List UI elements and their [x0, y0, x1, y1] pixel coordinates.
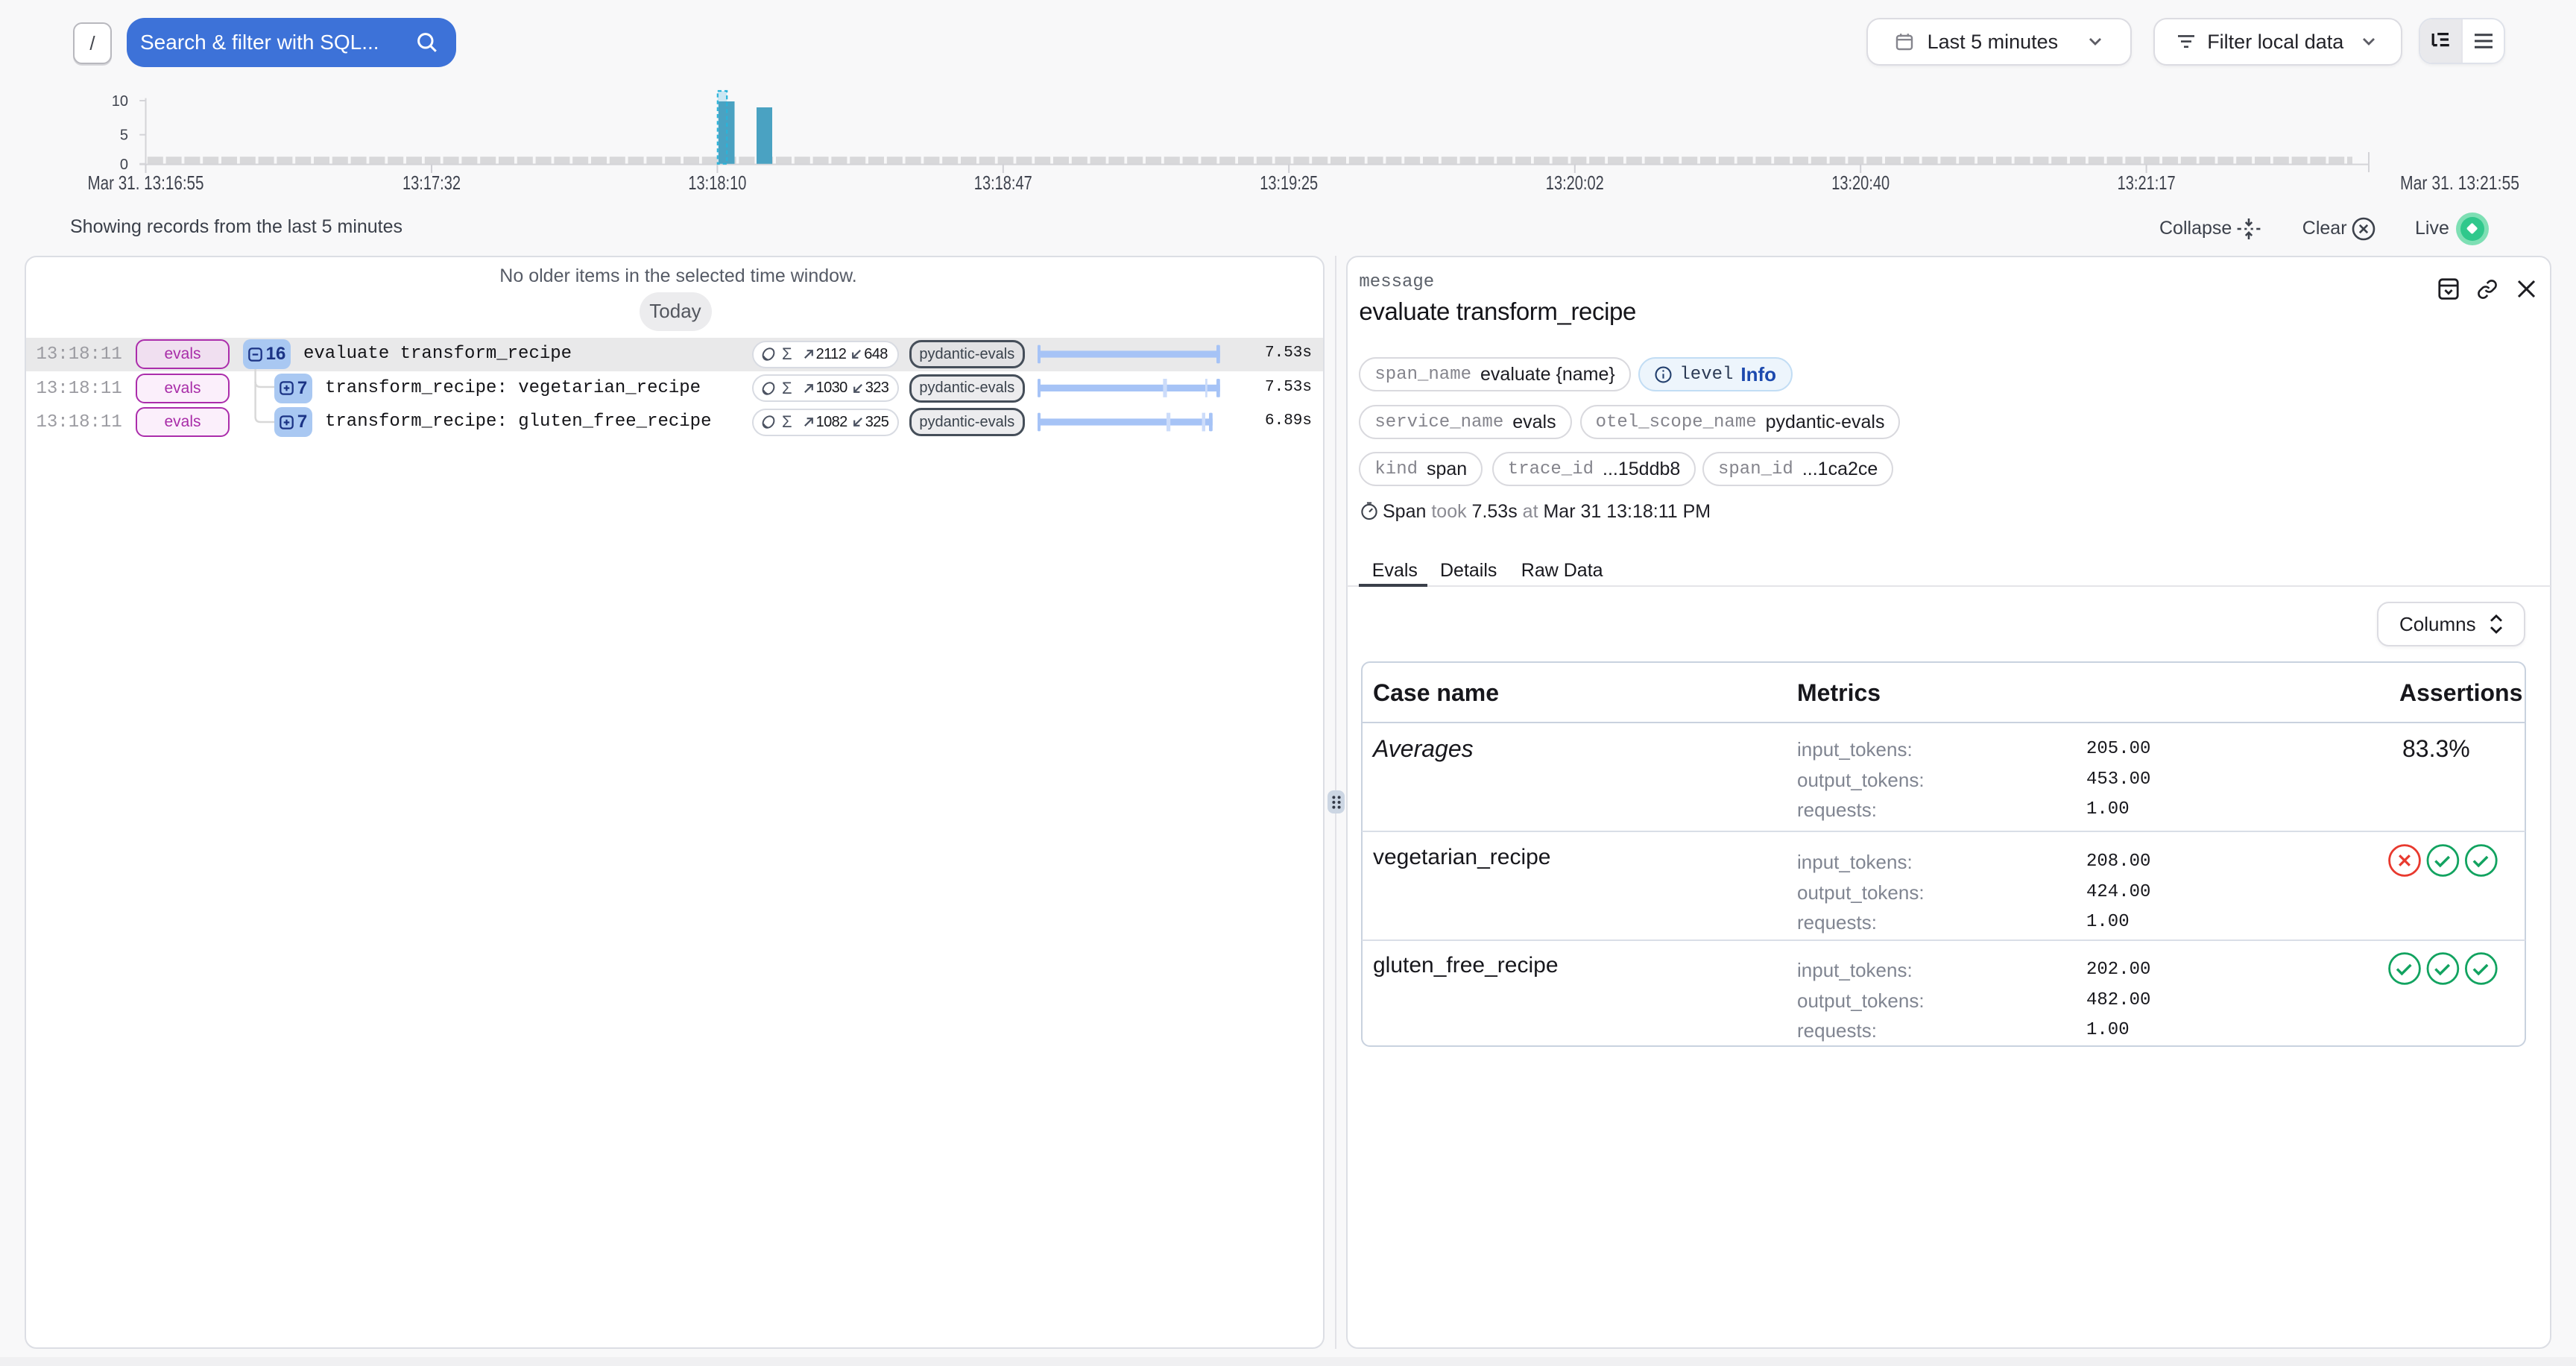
- svg-text:13:18:47: 13:18:47: [974, 171, 1032, 194]
- svg-text:Mar 31. 13:21:55: Mar 31. 13:21:55: [2400, 171, 2519, 194]
- svg-text:10: 10: [112, 93, 128, 110]
- svg-text:Mar 31. 13:16:55: Mar 31. 13:16:55: [88, 171, 204, 194]
- svg-text:13:17:32: 13:17:32: [402, 171, 461, 194]
- svg-text:13:18:10: 13:18:10: [688, 171, 746, 194]
- svg-text:13:20:40: 13:20:40: [1831, 171, 1890, 194]
- svg-text:0: 0: [120, 157, 128, 173]
- svg-text:13:19:25: 13:19:25: [1260, 171, 1318, 194]
- svg-text:13:20:02: 13:20:02: [1546, 171, 1604, 194]
- svg-text:5: 5: [120, 128, 128, 144]
- svg-text:13:21:17: 13:21:17: [2118, 171, 2176, 194]
